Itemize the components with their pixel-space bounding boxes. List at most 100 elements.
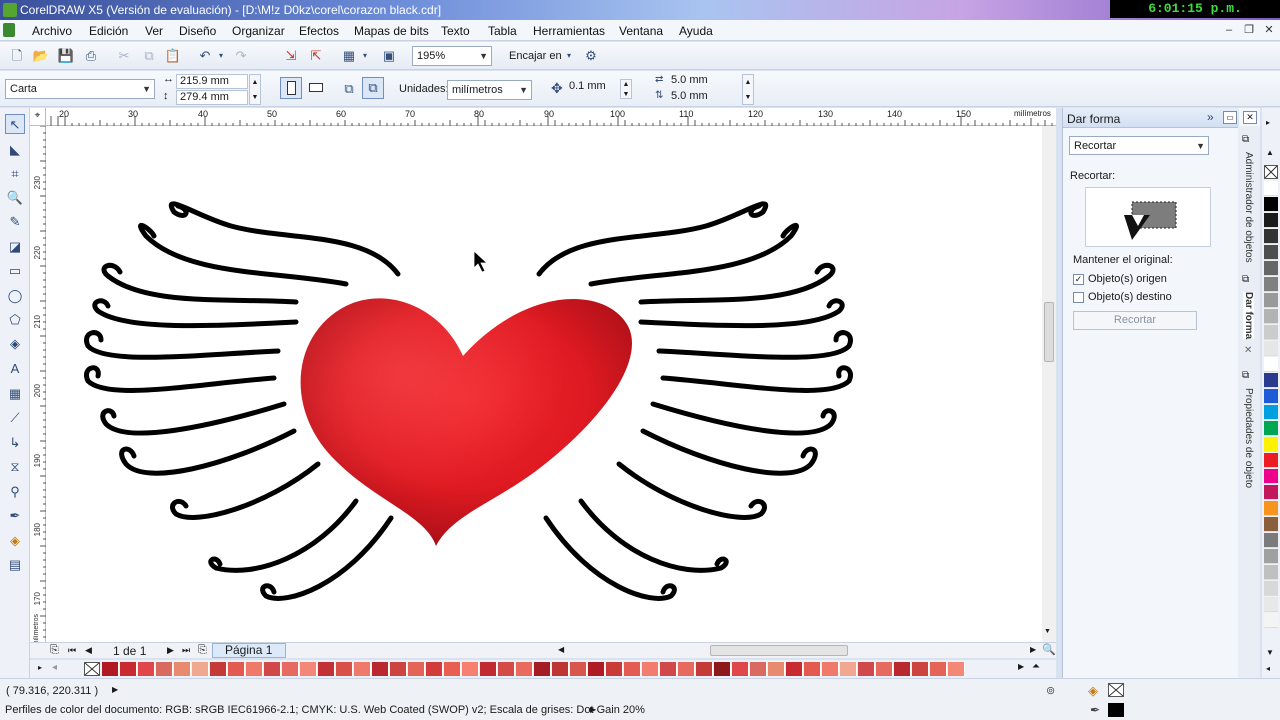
- menu-edicion[interactable]: Edición: [89, 24, 128, 38]
- palette-expand-icon[interactable]: ⏶: [1032, 661, 1040, 672]
- trim-apply-button[interactable]: Recortar: [1073, 311, 1197, 330]
- first-page-icon[interactable]: ⏮: [68, 645, 76, 656]
- fill-tool-icon[interactable]: ◈: [5, 531, 25, 551]
- palette-down-icon[interactable]: ▼: [1266, 648, 1274, 657]
- palette-swatch[interactable]: [642, 662, 659, 676]
- page-tab[interactable]: Página 1: [212, 643, 286, 658]
- palette-swatch[interactable]: [462, 662, 479, 676]
- shaping-mode-combo[interactable]: Recortar ▼: [1069, 136, 1209, 155]
- ellipse-tool-icon[interactable]: ◯: [5, 286, 25, 306]
- docker-close-icon[interactable]: ✕: [1243, 111, 1257, 124]
- palette-swatch[interactable]: [1264, 485, 1278, 500]
- undo-dropdown-icon[interactable]: ▾: [216, 47, 226, 65]
- undo-icon[interactable]: ↶: [196, 47, 214, 65]
- page-size-combo[interactable]: Carta ▼: [5, 79, 155, 99]
- menu-ayuda[interactable]: Ayuda: [679, 24, 713, 38]
- palette-swatch[interactable]: [282, 662, 299, 676]
- page-width-field[interactable]: 215.9 mm: [176, 74, 248, 89]
- palette-swatch[interactable]: [750, 662, 767, 676]
- palette-swatch[interactable]: [120, 662, 137, 676]
- palette-swatch[interactable]: [1264, 549, 1278, 564]
- snap-to-label[interactable]: Encajar en: [509, 50, 562, 62]
- palette-swatch[interactable]: [408, 662, 425, 676]
- status-expand-icon[interactable]: ▶: [112, 685, 118, 694]
- palette-swatch[interactable]: [516, 662, 533, 676]
- vertical-scroll-thumb[interactable]: [1044, 302, 1054, 362]
- snap-dropdown-icon[interactable]: ▾: [564, 47, 574, 65]
- palette-swatch[interactable]: [1264, 357, 1278, 372]
- interactive-fill-icon[interactable]: ▤: [5, 555, 25, 575]
- palette-swatch[interactable]: [1264, 597, 1278, 612]
- palette-swatch[interactable]: [660, 662, 677, 676]
- palette-swatch[interactable]: [246, 662, 263, 676]
- doc-close-icon[interactable]: ✕: [1262, 23, 1276, 37]
- menu-tabla[interactable]: Tabla: [488, 24, 517, 38]
- next-page-icon[interactable]: ▶: [167, 645, 174, 656]
- open-icon[interactable]: 📂: [32, 47, 50, 65]
- all-pages-icon[interactable]: ⧉: [340, 80, 358, 98]
- horizontal-ruler[interactable]: 20 30 40 50 60 70 80 90 100 110 120 130 …: [30, 108, 1056, 126]
- tab-object-properties[interactable]: Propiedades de objeto: [1243, 388, 1254, 488]
- shaping-icon[interactable]: ⧉: [1242, 274, 1249, 285]
- palette-swatch[interactable]: [1264, 181, 1278, 196]
- palette-swatch[interactable]: [1264, 533, 1278, 548]
- palette-swatch[interactable]: [732, 662, 749, 676]
- palette-swatch[interactable]: [1264, 453, 1278, 468]
- palette-swatch[interactable]: [210, 662, 227, 676]
- scroll-down-icon[interactable]: ▼: [1044, 628, 1051, 635]
- palette-swatch[interactable]: [1264, 309, 1278, 324]
- landscape-button[interactable]: [306, 77, 328, 99]
- eyedropper-tool-icon[interactable]: ⚲: [5, 482, 25, 502]
- document-icon[interactable]: [3, 23, 15, 37]
- vertical-ruler[interactable]: 230 220 210 200 190 180 170 milímetros: [30, 126, 46, 647]
- menu-diseno[interactable]: Diseño: [179, 24, 216, 38]
- palette-swatch[interactable]: [534, 662, 551, 676]
- keep-target-option[interactable]: Objeto(s) destino: [1073, 291, 1172, 303]
- palette-swatch[interactable]: [624, 662, 641, 676]
- outline-indicator-icon[interactable]: ✒: [1090, 703, 1100, 717]
- palette-swatch[interactable]: [1264, 517, 1278, 532]
- last-page-icon[interactable]: ⏭: [182, 645, 190, 656]
- table-tool-icon[interactable]: ▦: [5, 384, 25, 404]
- units-combo[interactable]: milímetros ▼: [447, 80, 532, 100]
- palette-swatch[interactable]: [588, 662, 605, 676]
- doc-minimize-icon[interactable]: –: [1222, 23, 1236, 37]
- palette-swatch[interactable]: [1264, 245, 1278, 260]
- palette-swatch[interactable]: [1264, 469, 1278, 484]
- palette-swatch[interactable]: [1264, 277, 1278, 292]
- doc-restore-icon[interactable]: ❐: [1242, 23, 1256, 37]
- palette-swatch[interactable]: [1264, 581, 1278, 596]
- palette-swatch[interactable]: [192, 662, 209, 676]
- dimension-tool-icon[interactable]: ⟋: [5, 408, 25, 428]
- menu-herramientas[interactable]: Herramientas: [533, 24, 605, 38]
- palette-swatch[interactable]: [1264, 405, 1278, 420]
- palette-swatch[interactable]: [1264, 261, 1278, 276]
- palette-swatch[interactable]: [678, 662, 695, 676]
- profile-expand-icon[interactable]: ▶: [590, 705, 596, 714]
- crop-tool-icon[interactable]: ⌗: [5, 164, 25, 184]
- palette-swatch[interactable]: [786, 662, 803, 676]
- object-manager-icon[interactable]: ⧉: [1242, 134, 1249, 145]
- palette-swatch[interactable]: [570, 662, 587, 676]
- palette-swatch[interactable]: [1264, 373, 1278, 388]
- palette-swatch[interactable]: [912, 662, 929, 676]
- palette-swatch[interactable]: [1264, 565, 1278, 580]
- palette-swatch[interactable]: [264, 662, 281, 676]
- zoom-navigator-icon[interactable]: 🔍: [1042, 643, 1056, 656]
- palette-swatch[interactable]: [1264, 213, 1278, 228]
- palette-swatch[interactable]: [372, 662, 389, 676]
- portrait-button[interactable]: [280, 77, 302, 99]
- current-page-icon[interactable]: ⧉: [362, 77, 384, 99]
- palette-swatch[interactable]: [300, 662, 317, 676]
- outline-tool-icon[interactable]: ✒: [5, 506, 25, 526]
- palette-swatch[interactable]: [390, 662, 407, 676]
- menu-ver[interactable]: Ver: [145, 24, 163, 38]
- zoom-level-combo[interactable]: 195% ▼: [412, 46, 492, 66]
- basic-shapes-icon[interactable]: ◈: [5, 334, 25, 354]
- keep-source-option[interactable]: ✓ Objeto(s) origen: [1073, 273, 1167, 285]
- palette-swatch[interactable]: [138, 662, 155, 676]
- color-profile-info[interactable]: Perfiles de color del documento: RGB: sR…: [5, 704, 645, 716]
- polygon-tool-icon[interactable]: ⬠: [5, 310, 25, 330]
- cut-icon[interactable]: ✂: [115, 47, 133, 65]
- save-icon[interactable]: 💾: [57, 47, 75, 65]
